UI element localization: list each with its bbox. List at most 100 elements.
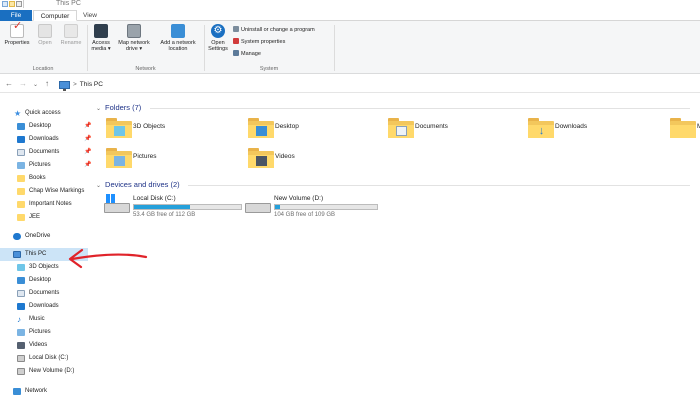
map-network-drive-button[interactable]: Map network drive ▾ [115,24,153,52]
drive-item-local-disk-c[interactable]: Local Disk (C:) 53.4 GB free of 112 GB [104,194,244,222]
sidebar-item-music[interactable]: ♪ Music [0,313,96,326]
sidebar-item-chap-wise-markings[interactable]: Chap Wise Markings [0,185,96,198]
sidebar-label: Desktop [29,277,52,283]
documents-icon [396,126,407,136]
sidebar-label: Important Notes [29,201,72,207]
cloud-icon [13,233,21,240]
sidebar-label: OneDrive [25,233,51,239]
drive-icon [17,355,25,362]
sidebar-item-desktop-pc[interactable]: Desktop [0,274,96,287]
sidebar-item-pictures-pc[interactable]: Pictures [0,326,96,339]
pin-icon[interactable]: 📌 [84,133,91,146]
open-button[interactable]: Open [34,24,56,46]
breadcrumb[interactable]: > This PC [59,79,103,91]
folder-name: 3D Objects [133,123,166,130]
network-drive-icon [127,24,141,38]
sidebar-label: Videos [29,342,48,348]
add-network-location-label: Add a network location [160,40,196,52]
section-header-folders[interactable]: ⌄ Folders (7) [96,103,690,112]
download-icon [17,303,25,310]
sidebar-label: JEE [29,214,41,220]
sidebar-item-documents-pc[interactable]: Documents [0,287,96,300]
drive-usage-bar [274,204,378,210]
sidebar-item-network[interactable]: Network [0,385,96,398]
sidebar-item-jee[interactable]: JEE [0,211,96,224]
folder-icon [17,188,25,195]
sidebar-item-onedrive[interactable]: OneDrive [0,230,96,243]
open-settings-button[interactable]: ⚙ Open Settings [206,24,230,52]
drive-usage-fill [134,205,190,209]
gear-icon: ⚙ [211,24,225,38]
rename-label: Rename [60,40,82,46]
sidebar-item-new-volume-d[interactable]: New Volume (D:) [0,365,96,378]
checkmark-icon: ✓ [10,21,24,38]
sidebar-item-downloads-pc[interactable]: Downloads [0,300,96,313]
up-arrow-icon[interactable]: ↑ [45,79,49,88]
sidebar-item-desktop[interactable]: Desktop 📌 [0,120,96,133]
group-label-network: Network [135,66,156,72]
drive-usage-bar [133,204,242,210]
rename-icon [64,24,78,38]
folder-icon [17,201,25,208]
network-icon [13,388,21,395]
uninstall-program-button[interactable]: Uninstall or change a program [233,26,315,33]
tab-computer[interactable]: Computer [33,10,77,21]
quick-access-toolbar[interactable] [0,0,24,8]
drive-free-space: 104 GB free of 109 GB [274,212,336,218]
sidebar-label: Pictures [29,329,51,335]
folder-name: Pictures [133,153,157,160]
pictures-icon [114,156,125,166]
breadcrumb-this-pc[interactable]: This PC [80,79,103,90]
sidebar-label: Books [29,175,46,181]
drive-name: New Volume (D:) [274,195,324,202]
desktop-icon [17,123,25,130]
sidebar-item-videos[interactable]: Videos [0,339,96,352]
drive-item-new-volume-d[interactable]: New Volume (D:) 104 GB free of 109 GB [245,194,385,222]
sidebar-label: Documents [29,290,60,296]
forward-arrow-icon[interactable]: → [19,79,27,88]
cube-icon [114,126,125,136]
recent-locations-chevron-icon[interactable]: ⌄ [33,81,38,88]
customize-quick-icon[interactable] [16,1,22,7]
sidebar-item-downloads[interactable]: Downloads 📌 [0,133,96,146]
documents-icon [17,149,25,156]
back-arrow-icon[interactable]: ← [5,79,13,88]
ribbon-separator [87,25,88,71]
sidebar-item-local-disk-c[interactable]: Local Disk (C:) [0,352,96,365]
sidebar-item-quick-access[interactable]: ★ Quick access [0,107,96,120]
collapse-chevron-icon[interactable]: ⌄ [96,182,101,189]
sidebar-item-books[interactable]: Books [0,172,96,185]
group-label-location: Location [32,66,54,72]
properties-quick-icon[interactable] [2,1,8,7]
new-folder-quick-icon[interactable] [9,1,15,7]
access-media-button[interactable]: Access media ▾ [89,24,113,52]
sidebar-item-documents[interactable]: Documents 📌 [0,146,96,159]
pin-icon[interactable]: 📌 [84,146,91,159]
properties-button[interactable]: ✓ Properties [3,21,31,47]
tab-view[interactable]: View [78,10,102,21]
manage-button[interactable]: Manage [233,50,261,57]
pin-icon[interactable]: 📌 [84,159,91,172]
section-divider [188,185,690,186]
folder-icon [106,118,132,138]
drive-free-space: 53.4 GB free of 112 GB [133,212,196,218]
section-header-devices[interactable]: ⌄ Devices and drives (2) [96,180,690,189]
folder-icon [248,148,274,168]
ribbon-separator [334,25,335,71]
properties-label: Properties [4,40,30,46]
system-properties-icon [233,38,239,44]
download-arrow-icon: ↓ [538,125,545,137]
sidebar-label: Quick access [25,110,61,116]
uninstall-label: Uninstall or change a program [241,27,315,33]
folder-icon [248,118,274,138]
sidebar-item-pictures[interactable]: Pictures 📌 [0,159,96,172]
sidebar-label: Network [25,388,48,394]
pin-icon[interactable]: 📌 [84,120,91,133]
rename-button[interactable]: Rename [58,24,84,46]
collapse-chevron-icon[interactable]: ⌄ [96,105,101,112]
add-network-location-button[interactable]: Add a network location [156,24,200,52]
sidebar-item-important-notes[interactable]: Important Notes [0,198,96,211]
sidebar-label: Local Disk (C:) [29,355,69,361]
system-properties-button[interactable]: System properties [233,38,285,45]
network-location-icon [171,24,185,38]
